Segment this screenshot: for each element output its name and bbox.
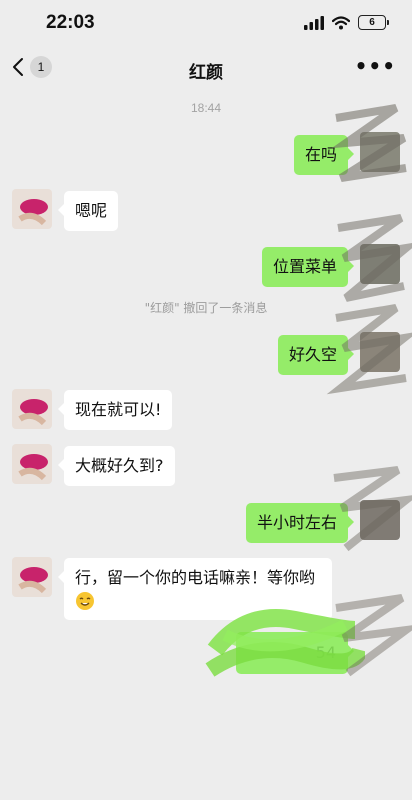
contact-avatar[interactable] — [12, 444, 52, 484]
gray-redaction-scribbles — [326, 104, 412, 677]
nav-bar: 1 红颜 ••• — [0, 46, 412, 90]
incoming-message[interactable]: 现在就可以! — [57, 390, 173, 430]
outgoing-message[interactable]: 在吗 — [293, 135, 355, 175]
my-avatar[interactable] — [360, 332, 400, 372]
chat-title: 红颜 — [189, 63, 223, 83]
contact-avatar[interactable] — [12, 389, 52, 429]
status-time: 22:03 — [46, 12, 95, 33]
wifi-icon — [332, 15, 350, 29]
outgoing-message[interactable]: 好久空 — [277, 335, 355, 375]
my-avatar[interactable] — [360, 500, 400, 540]
outgoing-message[interactable]: 54 — [236, 632, 354, 674]
incoming-message-text: 行，留一个你的电话嘛亲！等你哟 — [75, 568, 316, 587]
incoming-message[interactable]: 大概好久到? — [58, 446, 175, 486]
outgoing-message[interactable]: 位置菜单 — [261, 247, 355, 287]
contact-avatar[interactable] — [12, 557, 52, 597]
signal-icon — [304, 15, 324, 30]
incoming-message[interactable]: 嗯呢 — [57, 191, 119, 231]
outgoing-message[interactable]: 半小时左右 — [245, 503, 355, 543]
contact-avatar[interactable] — [12, 189, 52, 229]
recall-notice: "红颜" 撤回了一条消息 — [144, 301, 268, 315]
incoming-message[interactable]: 行，留一个你的电话嘛亲！等你哟 — [58, 558, 332, 620]
status-bar: 22:03 6 — [0, 0, 412, 46]
status-icons: 6 — [304, 15, 389, 30]
my-avatar[interactable] — [360, 244, 400, 284]
battery-icon: 6 — [358, 15, 389, 30]
message-timestamp: 18:44 — [190, 101, 222, 115]
my-avatar[interactable] — [360, 132, 400, 172]
more-icon[interactable]: ••• — [355, 54, 396, 78]
battery-level: 6 — [369, 17, 375, 28]
smile-emoji-icon — [76, 591, 94, 610]
redacted-message-text: 54 — [315, 643, 336, 662]
